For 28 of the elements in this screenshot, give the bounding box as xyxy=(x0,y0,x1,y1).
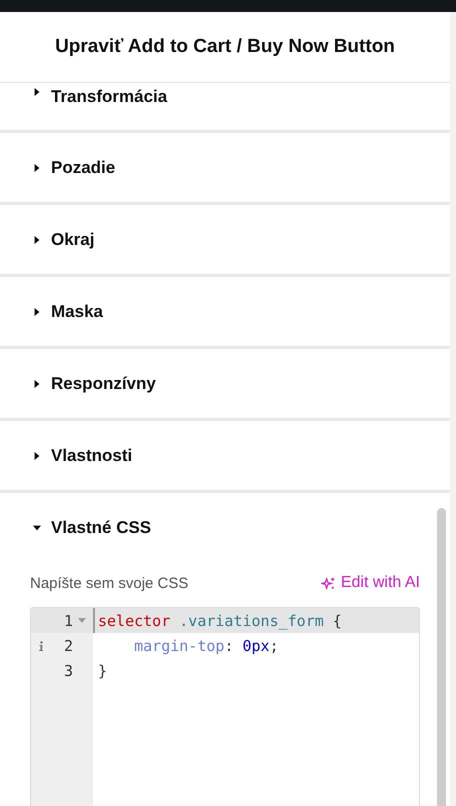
code-line: margin-top: 0px; xyxy=(133,636,279,654)
section-toggle[interactable]: Vlastnosti xyxy=(0,421,450,490)
line-number: 2 xyxy=(62,636,73,654)
code-line: selector .variations_form { xyxy=(98,612,342,630)
edit-with-ai-button[interactable]: Edit with AI xyxy=(320,574,420,592)
caret-icon xyxy=(33,522,41,532)
field-hint: Napíšte sem svoje CSS xyxy=(30,574,188,592)
caret-icon xyxy=(33,450,41,460)
fold-caret-icon[interactable] xyxy=(78,618,86,624)
code-editor[interactable]: 1 2 3 selector .variations_form { margin-top: 0px; } xyxy=(30,607,420,806)
code-line: } xyxy=(98,662,108,680)
caret-icon xyxy=(33,234,41,244)
section-toggle[interactable]: Maska xyxy=(0,277,450,346)
caret-icon xyxy=(33,306,41,316)
caret-icon xyxy=(33,87,41,97)
sparkle-icon xyxy=(320,576,336,590)
section-toggle[interactable]: Okraj xyxy=(0,205,450,274)
info-icon xyxy=(38,640,44,650)
line-number: 1 xyxy=(62,612,73,630)
section-toggle[interactable]: Transformácia xyxy=(0,83,450,130)
section-toggle[interactable]: Vlastné CSS xyxy=(0,493,450,562)
caret-icon xyxy=(33,162,41,172)
line-number: 3 xyxy=(62,662,73,680)
scrollbar[interactable] xyxy=(437,508,446,806)
section-toggle[interactable]: Pozadie xyxy=(0,133,450,202)
caret-icon xyxy=(33,378,41,388)
section-toggle[interactable]: Responzívny xyxy=(0,349,450,418)
panel-title: Upraviť Add to Cart / Buy Now Button xyxy=(55,36,395,58)
